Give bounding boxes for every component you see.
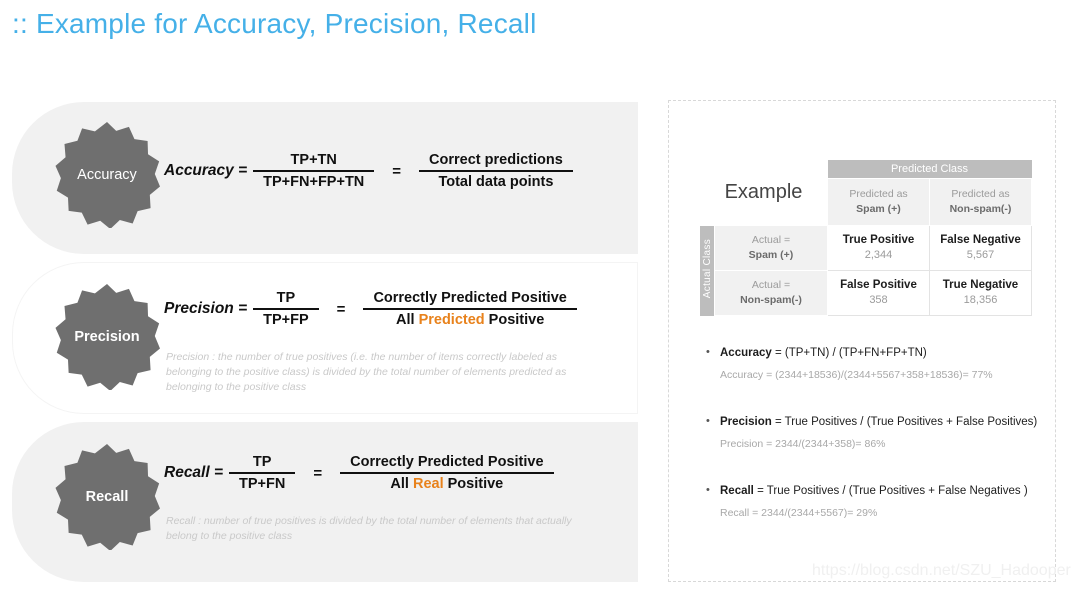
cell-label: False Negative [940, 234, 1021, 247]
result-denominator-post: Positive [484, 312, 545, 328]
result-denominator-post: Positive [443, 476, 504, 492]
fraction-denominator: TP+FN [239, 476, 286, 492]
cell-label: True Positive [842, 234, 915, 247]
accuracy-formula: Accuracy = TP+TN TP+FN+FP+TN = Correct p… [164, 152, 573, 190]
bullet-formula: = (TP+TN) / (TP+FN+FP+TN) [771, 347, 927, 359]
col-header-spam: Predicted as Spam (+) [827, 178, 930, 226]
bullet-formula: = True Positives / (True Positives + Fal… [753, 485, 1028, 497]
equals-sign: = [392, 162, 402, 180]
table-row: Actual Class Actual = Spam (+) True Posi… [700, 225, 1032, 316]
cell-true-negative: True Negative 18,356 [929, 270, 1032, 316]
badge-label: Precision [74, 329, 140, 345]
col-header-line2: Non-spam(-) [949, 203, 1012, 215]
result-numerator: Correctly Predicted Positive [373, 290, 567, 306]
fraction-numerator: TP [276, 290, 296, 306]
cell-true-positive: True Positive 2,344 [827, 225, 930, 271]
formula-name: Precision = [164, 300, 248, 317]
bullet-formula: = True Positives / (True Positives + Fal… [771, 416, 1038, 428]
row-header-line1: Actual = [751, 278, 791, 291]
cell-false-positive: False Positive 358 [827, 270, 930, 316]
bullet-recall: Recall = True Positives / (True Positive… [702, 482, 1052, 522]
result-denominator-highlight: Real [412, 476, 444, 492]
row-header-line2: Spam (+) [748, 249, 794, 261]
bullet-main-text: Precision = True Positives / (True Posit… [702, 413, 1052, 431]
bullet-main-text: Accuracy = (TP+TN) / (TP+FN+FP+TN) [702, 344, 1052, 362]
recall-description: Recall : number of true positives is div… [166, 515, 572, 543]
metric-panel-recall: Recall Recall = TP TP+FN = Correctly Pre… [12, 422, 638, 582]
result-fraction: Correct predictions Total data points [419, 152, 573, 190]
cell-label: False Positive [840, 279, 917, 292]
cell-label: True Negative [942, 279, 1019, 292]
formula-name: Accuracy = [164, 162, 248, 179]
bullet-term: Precision [720, 416, 772, 428]
accuracy-badge-icon: Accuracy [55, 122, 160, 228]
precision-formula: Precision = TP TP+FP = Correctly Predict… [164, 290, 577, 328]
watermark: https://blog.csdn.net/SZU_Hadooper [812, 562, 1071, 579]
page-title: :: Example for Accuracy, Precision, Reca… [12, 8, 537, 39]
equals-sign: = [313, 464, 323, 482]
result-numerator: Correct predictions [429, 152, 563, 168]
recall-formula: Recall = TP TP+FN = Correctly Predicted … [164, 454, 554, 492]
table-row-predicted-class: Example Predicted Class [700, 160, 1032, 203]
cell-false-negative: False Negative 5,567 [929, 225, 1032, 271]
col-header-nonspam: Predicted as Non-spam(-) [929, 178, 1032, 226]
slide-canvas: :: Example for Accuracy, Precision, Reca… [0, 0, 1078, 591]
cell-value: 18,356 [963, 294, 998, 307]
row-header-line2: Non-spam(-) [740, 294, 802, 306]
bullet-term: Accuracy [720, 347, 772, 359]
row-header-spam: Actual = Spam (+) [714, 225, 828, 271]
bullet-precision: Precision = True Positives / (True Posit… [702, 413, 1052, 453]
result-denominator: Total data points [428, 172, 563, 190]
bullet-calculation: Precision = 2344/(2344+358)= 86% [720, 438, 886, 451]
result-denominator-highlight: Predicted [418, 312, 485, 328]
metric-panel-precision: Precision Precision = TP TP+FP = Correct… [12, 262, 638, 414]
cell-value: 5,567 [966, 249, 995, 262]
fraction-numerator: TP+TN [290, 152, 337, 168]
bullet-calculation: Recall = 2344/(2344+5567)= 29% [720, 507, 878, 520]
formula-fraction: TP TP+FN [229, 454, 296, 492]
fraction-denominator: TP+FN+FP+TN [263, 174, 365, 190]
predicted-class-header: Predicted Class [827, 160, 1032, 179]
row-header-nonspam: Actual = Non-spam(-) [714, 270, 828, 316]
table-row: Actual = Non-spam(-) False Positive 358 … [700, 270, 1032, 316]
badge-label: Recall [85, 489, 129, 505]
recall-badge-icon: Recall [55, 444, 160, 550]
cell-value: 2,344 [864, 249, 893, 262]
result-denominator: All Real Positive [380, 474, 513, 492]
bullet-calculation: Accuracy = (2344+18536)/(2344+5567+358+1… [720, 369, 993, 382]
cell-value: 358 [869, 294, 888, 307]
metric-panel-accuracy: Accuracy Accuracy = TP+TN TP+FN+FP+TN = … [12, 102, 638, 254]
actual-class-header: Actual Class [700, 225, 715, 316]
row-header-line1: Actual = [751, 233, 791, 246]
formula-name: Recall = [164, 464, 224, 481]
result-denominator-pre: All [390, 476, 413, 492]
result-fraction: Correctly Predicted Positive All Real Po… [340, 454, 554, 492]
result-numerator: Correctly Predicted Positive [350, 454, 544, 470]
result-denominator: All Predicted Positive [386, 310, 554, 328]
fraction-denominator: TP+FP [263, 312, 309, 328]
formula-fraction: TP+TN TP+FN+FP+TN [253, 152, 375, 190]
fraction-numerator: TP [252, 454, 272, 470]
actual-class-label: Actual Class [701, 239, 713, 299]
precision-description: Precision : the number of true positives… [166, 351, 567, 394]
precision-badge-icon: Precision [55, 284, 160, 390]
bullet-main-text: Recall = True Positives / (True Positive… [702, 482, 1052, 500]
badge-label: Accuracy [77, 167, 137, 183]
bullet-accuracy: Accuracy = (TP+TN) / (TP+FN+FP+TN) Accur… [702, 344, 1052, 384]
col-header-line1: Predicted as [951, 187, 1010, 200]
result-denominator-pre: Total data points [438, 174, 554, 190]
col-header-line1: Predicted as [849, 187, 908, 200]
confusion-matrix-title: Example [724, 181, 803, 203]
confusion-matrix-table: Example Predicted Class Predicted as Spa… [700, 160, 1032, 316]
result-fraction: Correctly Predicted Positive All Predict… [363, 290, 577, 328]
formula-fraction: TP TP+FP [253, 290, 319, 328]
result-denominator-pre: All [396, 312, 419, 328]
bullet-term: Recall [720, 485, 754, 497]
col-header-line2: Spam (+) [856, 203, 901, 215]
metric-bullets: Accuracy = (TP+TN) / (TP+FN+FP+TN) Accur… [702, 344, 1052, 552]
equals-sign: = [336, 300, 346, 318]
